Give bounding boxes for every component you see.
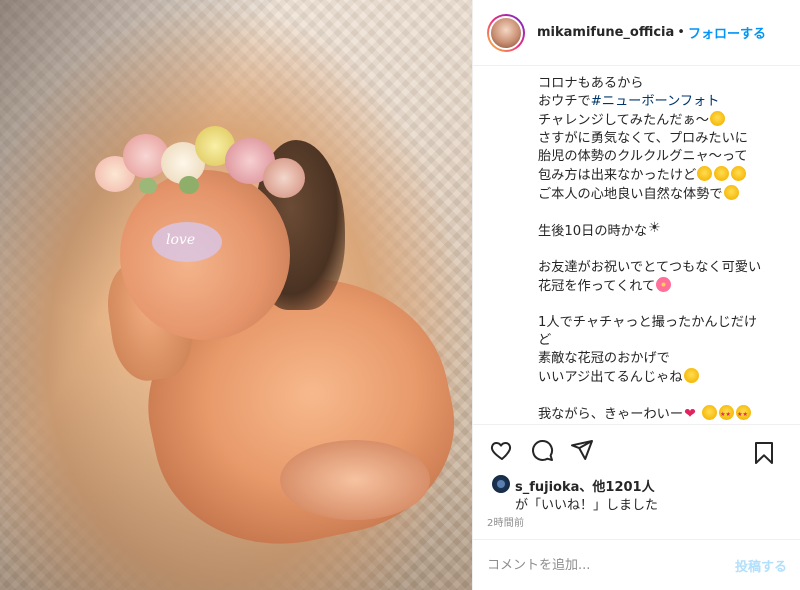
caption-line: 花冠を作ってくれて [538,277,787,296]
smile-emoji-icon [723,185,739,200]
smile-emoji-icon [709,111,725,126]
smile-emoji-icon [714,166,730,181]
bookmark-icon [755,442,773,464]
caption-line: お友達がお祝いでとてつもなく可愛い [538,259,787,277]
like-button[interactable] [487,435,517,465]
action-bar [473,424,800,474]
post-caption: ・・・・・・・・・・・・・・・・・・コロナもあるからおウチで#ニューボーンフォト… [473,66,800,424]
paper-plane-icon [571,439,593,460]
post-comment-button[interactable]: 投稿する [735,556,787,575]
comment-bar: 投稿する [473,539,800,590]
caption-text: 1人でチャチャっと撮ったかんじだけ [538,315,758,330]
caption-text: ・・・・・・・・・・・・・・・・・・ [538,66,775,73]
photo-baby-feet [280,440,430,520]
post-header: mikamifune_officia • フォローする [473,0,800,66]
caption-text: おウチで [538,94,591,109]
caption-line: 素敵な花冠のおかげで [538,350,787,368]
caption-line: 胎児の体勢のクルクルグニャ〜って [538,148,787,166]
likes-line: s_fujioka、他1201人 [515,476,655,495]
caption-text: チャレンジしてみたんだぁ〜 [538,113,709,128]
share-button[interactable] [567,435,597,465]
caption-text: さすがに勇気なくて、プロみたいに [538,131,748,146]
caption-line: 生後10日の時かな [538,219,787,241]
heart-outline-icon [490,441,512,460]
caption-line: チャレンジしてみたんだぁ〜 [538,111,787,130]
sun-emoji-icon [648,219,662,237]
liker-username[interactable]: s_fujioka [515,480,579,495]
caption-line: さすがに勇気なくて、プロみたいに [538,130,787,148]
post-photo[interactable]: love [0,0,472,590]
caption-line: 1人でチャチャっと撮ったかんじだけ [538,314,787,332]
avatar-image [489,15,523,50]
caption-line: おウチで#ニューボーンフォト [538,93,787,111]
star-eyes-emoji-icon [719,405,735,424]
caption-text: 胎児の体勢のクルクルグニャ〜って [538,149,748,164]
caption-line: 包み方は出来なかったけど [538,166,787,185]
caption-text: お友達がお祝いでとてつもなく可愛い [538,260,762,275]
caption-text: 我ながら、きゃーわいー [538,407,684,422]
smile-emoji-icon [697,166,713,181]
likes-suffix: が「いいね！」しました [515,498,659,513]
caption-line: ・・・・・・・・・・・・・・・・・・ [538,66,787,75]
flower-emoji-icon [656,277,672,292]
caption-line [538,387,787,405]
caption-line: コロナもあるから [538,75,787,93]
comment-input[interactable] [487,557,735,573]
love-sticker-text: love [166,232,196,248]
heart-emoji-icon [684,405,700,423]
love-sticker: love [152,222,222,262]
profile-avatar[interactable] [487,13,525,52]
hashtag-link[interactable]: #ニューボーンフォト [591,94,720,109]
header-separator: • [677,25,685,40]
username-link[interactable]: mikamifune_officia [537,25,674,40]
caption-line: いいアジ出てるんじゃね [538,368,787,387]
likes-others[interactable]: 、他1201人 [579,480,654,495]
caption-text: ご本人の心地良い自然な体勢で [538,187,723,202]
smile-emoji-icon [683,368,699,383]
likes-summary: s_fujioka、他1201人 が「いいね！」しました [487,474,787,514]
caption-text: コロナもあるから [538,76,644,91]
save-button[interactable] [749,438,779,468]
caption-line [538,241,787,259]
caption-text: ど [538,333,552,348]
post-timestamp[interactable]: 2時間前 [487,514,524,529]
caption-line: ご本人の心地良い自然な体勢で [538,185,787,204]
caption-line: ど [538,332,787,350]
follow-button[interactable]: フォローする [688,23,766,42]
smile-emoji-icon [702,405,718,420]
smile-emoji-icon [731,166,747,181]
speech-bubble-icon [532,439,554,461]
post-detail-panel: mikamifune_officia • フォローする ・・・・・・・・・・・・… [472,0,800,590]
caption-text: 花冠を作ってくれて [538,279,656,294]
caption-line [538,204,787,222]
caption-text: 生後10日の時かな [538,224,648,239]
caption-text: 包み方は出来なかったけど [538,168,697,183]
caption-text: いいアジ出てるんじゃね [538,370,683,385]
photo-flower-crown [95,118,315,208]
caption-text: 素敵な花冠のおかげで [538,351,670,366]
caption-line [538,296,787,314]
liker-avatar[interactable] [491,474,511,494]
caption-line: 我ながら、きゃーわいー [538,405,787,424]
star-eyes-emoji-icon [736,405,752,424]
comment-button[interactable] [527,435,557,465]
